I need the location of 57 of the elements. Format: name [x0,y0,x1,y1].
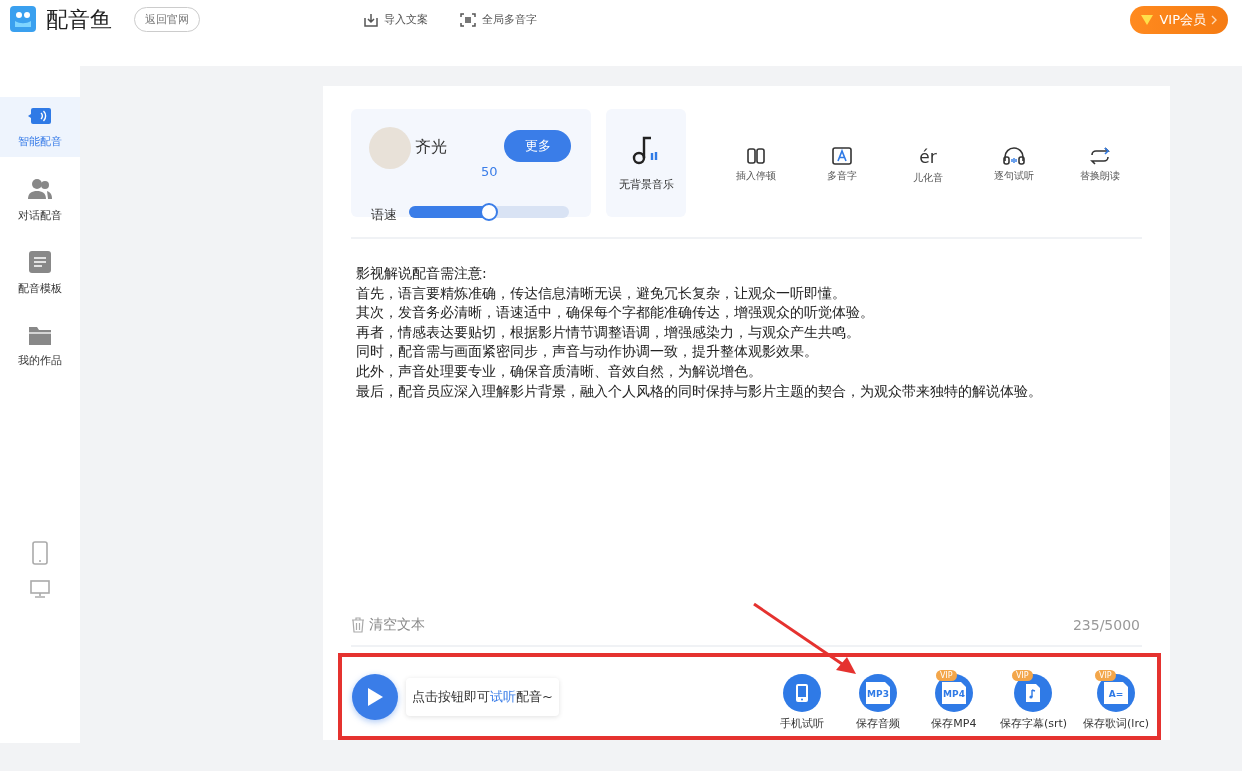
play-icon [366,686,384,707]
app-logo [10,6,36,32]
phone-icon[interactable] [30,541,50,565]
play-hint: 点击按钮即可试听配音~ [406,677,559,716]
headphones-icon [1003,147,1025,165]
speaker-icon [27,105,53,126]
tool-button[interactable]: 多音字 [817,147,867,185]
slider-thumb[interactable] [480,203,498,221]
vip-badge: VIP [1095,670,1116,681]
preview-link[interactable]: 试听 [490,688,516,704]
text-line: 其次，发音务必清晰，语速适中，确保每个字都能准确传达，增强观众的听觉体验。 [356,303,875,323]
letter-a-icon [832,147,852,165]
people-icon [27,177,53,200]
save-action-button[interactable]: 手机试听 [771,674,832,731]
toolbar-button[interactable]: 导入文案 [364,12,428,27]
text-line: 再者，情感表达要贴切，根据影片情节调整语调，增强感染力，与观众产生共鸣。 [356,322,861,342]
clear-text-button[interactable]: 清空文本 [351,616,425,634]
music-note-icon [632,134,660,165]
chevron-right-icon [1211,15,1218,25]
speed-slider[interactable] [409,206,569,218]
tool-button[interactable]: 替换朗读 [1075,147,1125,185]
folder-icon [29,324,51,345]
sidebar-item[interactable]: 智能配音 [0,97,80,157]
sidebar-item[interactable]: 对话配音 [0,170,80,230]
pinyin-icon: ér [919,147,937,167]
repeat-icon [1088,147,1112,165]
import-icon [364,12,378,27]
tool-button[interactable]: 逐句试听 [989,147,1039,185]
document-icon [29,250,51,273]
voice-name: 齐光 [415,137,447,158]
vip-badge: VIP [935,670,957,681]
trash-icon [351,617,365,633]
vip-badge: VIP [1011,670,1033,681]
avatar [369,127,411,169]
more-button[interactable]: 更多 [504,130,571,162]
phone-icon [782,674,821,712]
app-name: 配音鱼 [46,6,112,34]
tool-button[interactable]: ér 儿化音 [903,147,953,185]
character-count: 235/5000 [1072,617,1140,633]
split-icon [746,147,766,165]
play-button[interactable] [352,673,398,720]
text-line: 最后，配音员应深入理解影片背景，融入个人风格的同时保持与影片主题的契合，为观众带来独特的解说体验。 [356,381,1043,401]
sidebar-item[interactable]: 我的作品 [0,316,80,376]
text-line: 同时，配音需与画面紧密同步，声音与动作协调一致，提升整体观影效果。 [356,342,819,362]
speed-label: 语速 [371,206,397,224]
back-button[interactable]: 返回官网 [134,7,200,32]
background-music-button[interactable]: 无背景音乐 [606,109,686,217]
text-line: 首先，语言要精炼准确，传达信息清晰无误，避免冗长复杂，让观众一听即懂。 [356,283,847,303]
text-line: 此外，声音处理要专业，确保音质清晰、音效自然，为解说增色。 [356,361,763,381]
sidebar-item[interactable]: 配音模板 [0,243,80,303]
tool-button[interactable]: 插入停顿 [731,147,781,185]
save-action-button[interactable]: MP3 保存音频 [847,674,908,731]
toolbar-button[interactable]: 全局多音字 [460,12,537,27]
scan-icon [460,12,476,27]
text-line: 影视解说配音需注意: [356,264,488,283]
audio-file-icon: MP3 [858,674,897,712]
speed-value: 50 [481,164,498,179]
